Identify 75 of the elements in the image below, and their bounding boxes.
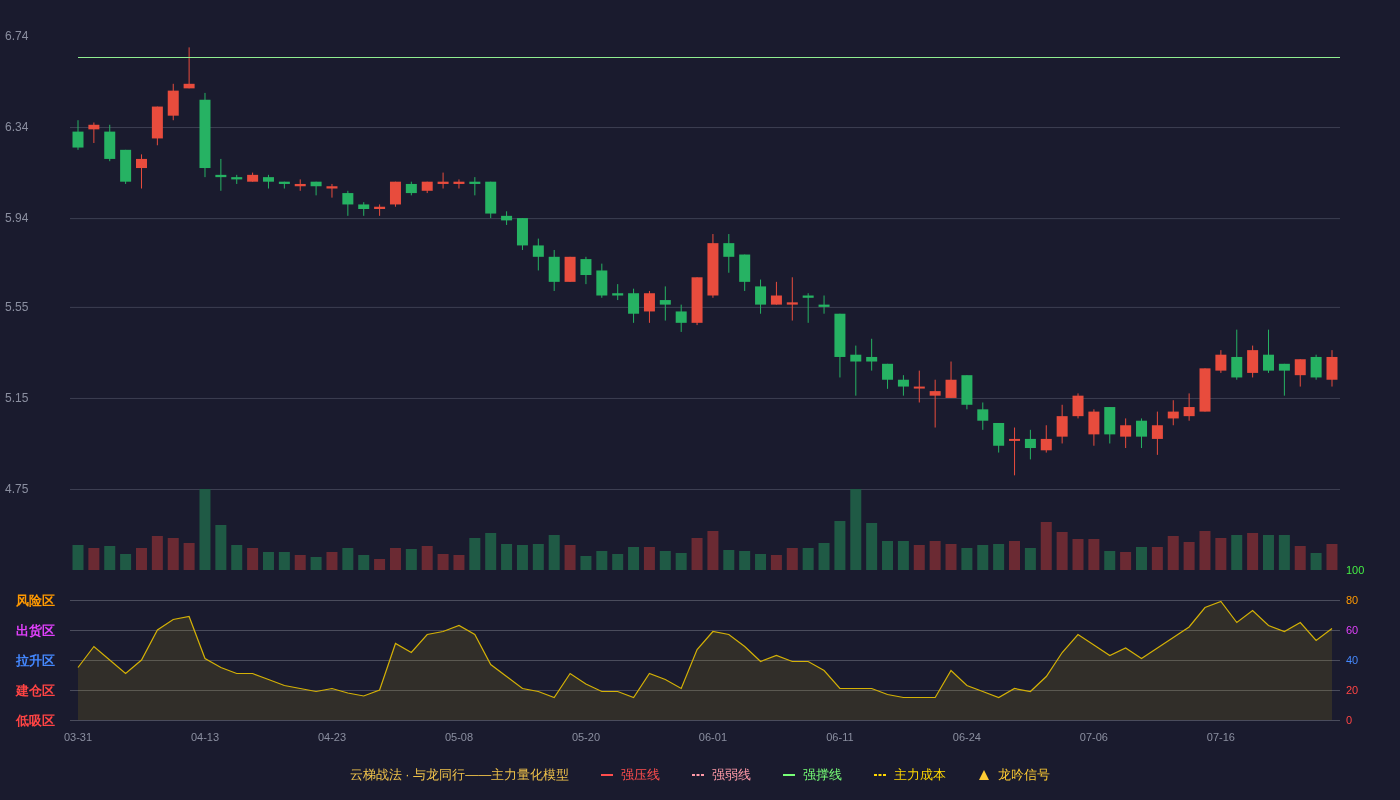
axis-label: 60 xyxy=(1346,624,1359,636)
axis-label: 07-16 xyxy=(1206,731,1235,743)
candlestick xyxy=(659,285,671,322)
axis-label: 06-24 xyxy=(952,731,981,743)
legend-label[interactable]: 强压线 xyxy=(621,765,661,785)
candlestick xyxy=(1040,424,1052,454)
candlestick xyxy=(723,233,735,274)
axis-label: 20 xyxy=(1346,684,1359,696)
axis-label: 04-23 xyxy=(317,731,347,743)
candlestick xyxy=(770,281,782,306)
candlestick xyxy=(1120,417,1132,449)
candlestick xyxy=(786,276,798,322)
zone-label: 低吸区 xyxy=(16,713,55,728)
zone-label: 风险区 xyxy=(16,593,55,608)
legend-label[interactable]: 主力成本 xyxy=(894,765,947,785)
axis-label: 5.15 xyxy=(5,390,29,405)
axis-label: 03-31 xyxy=(63,731,93,743)
axis-label: 04-13 xyxy=(190,731,220,743)
axis-label: 05-08 xyxy=(444,731,474,743)
axis-label: 5.55 xyxy=(5,299,29,314)
candlestick xyxy=(1263,329,1275,374)
axis-label: 6.34 xyxy=(5,120,29,135)
candlestick xyxy=(1088,408,1100,447)
candlestick xyxy=(977,402,989,431)
candlestick xyxy=(326,183,338,199)
candlestick xyxy=(866,338,878,372)
candlestick xyxy=(945,361,957,399)
axis-label: 05-20 xyxy=(571,731,600,743)
candlestick xyxy=(580,256,592,285)
axis-label: 0 xyxy=(1346,714,1353,726)
axis-label: 80 xyxy=(1346,594,1359,606)
candlestick xyxy=(755,279,767,315)
zone-label: 出货区 xyxy=(16,623,55,638)
legend-title: 云梯战法 · 与龙同行——主力量化模型 xyxy=(349,766,570,785)
candlestick xyxy=(628,288,640,324)
candlestick xyxy=(929,379,941,429)
candlestick xyxy=(1215,349,1227,374)
candlestick xyxy=(1310,354,1322,381)
axis-label: 4.75 xyxy=(5,482,29,496)
zone-label: 建仓区 xyxy=(16,683,55,698)
candlestick xyxy=(1024,429,1036,460)
candlestick xyxy=(1247,345,1259,378)
candlestick xyxy=(532,238,544,271)
candlestick xyxy=(1183,392,1195,422)
candlestick xyxy=(72,119,84,151)
candlestick xyxy=(1278,363,1290,397)
candlestick xyxy=(135,153,147,190)
axis-label: 6.74 xyxy=(5,29,29,43)
candlestick xyxy=(389,181,401,208)
axis-label: 100 xyxy=(1346,564,1365,576)
candlestick xyxy=(897,374,909,397)
candlestick xyxy=(1294,358,1306,388)
axis-label: 07-06 xyxy=(1079,731,1108,743)
candlestick xyxy=(342,190,354,217)
zone-label: 拉升区 xyxy=(16,653,55,668)
legend-label[interactable]: 强撑线 xyxy=(803,765,843,785)
axis-label: 40 xyxy=(1346,654,1359,666)
candlestick xyxy=(993,422,1005,454)
candlestick xyxy=(913,370,925,403)
axis-label: 06-01 xyxy=(698,731,727,743)
candlestick xyxy=(1151,411,1163,456)
axis-label: 06-11 xyxy=(826,731,854,743)
candlestick xyxy=(1009,427,1021,476)
candlestick xyxy=(1231,329,1243,381)
candlestick xyxy=(850,345,862,397)
candlestick xyxy=(1072,392,1084,419)
candlestick xyxy=(643,290,655,324)
candlestick xyxy=(1136,417,1148,449)
axis-label: 5.94 xyxy=(5,211,29,226)
legend-label[interactable]: 强弱线 xyxy=(712,765,752,785)
candlestick xyxy=(675,304,687,333)
legend-label[interactable]: 龙吟信号 xyxy=(998,765,1051,785)
candlestick xyxy=(1056,404,1068,444)
candlestick xyxy=(882,363,894,390)
candlestick xyxy=(1326,349,1338,388)
